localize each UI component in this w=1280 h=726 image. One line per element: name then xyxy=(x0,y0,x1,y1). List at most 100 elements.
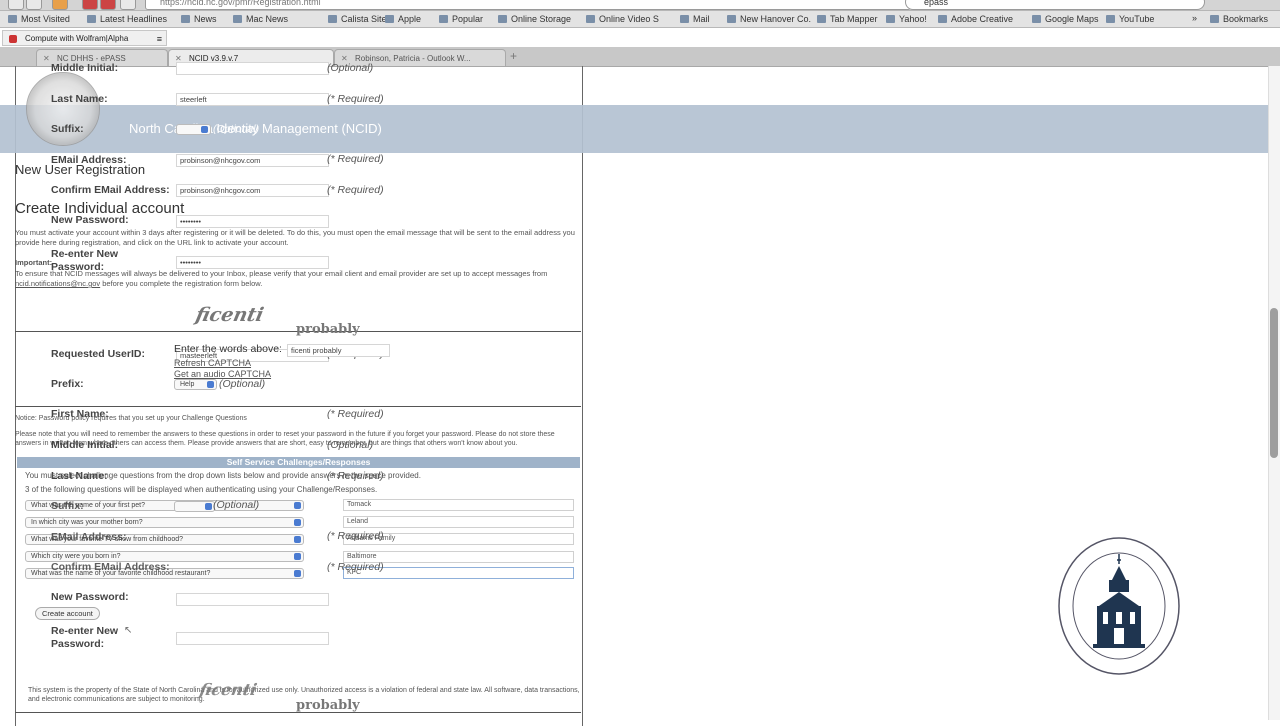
sidebar-tab[interactable]: Compute with Wolfram|Alpha ≡ xyxy=(2,30,167,46)
captcha-input[interactable]: ficenti probably xyxy=(287,344,390,357)
suffix-select[interactable] xyxy=(176,124,211,135)
chevron-down-icon xyxy=(294,502,301,509)
important-note: To ensure that NCID messages will always… xyxy=(15,269,581,289)
prefix-select-value: Help xyxy=(180,381,195,388)
question-text: Which city were you born in? xyxy=(31,553,121,560)
new-password-input[interactable]: •••••••• xyxy=(176,215,329,228)
required-label: (* Required) xyxy=(327,93,384,105)
optional-label: (Optional) xyxy=(327,62,374,74)
chevron-down-icon xyxy=(294,536,301,543)
firefox-icon[interactable] xyxy=(52,0,68,10)
new-user-heading: New User Registration xyxy=(15,162,146,177)
bookmark-item[interactable]: Popular xyxy=(439,13,483,25)
required-label: (* Required) xyxy=(327,530,384,542)
bookmark-item[interactable]: News xyxy=(181,13,217,25)
url-bar[interactable]: https://ncid.nc.gov/pmr/Registration.htm… xyxy=(145,0,911,10)
reenter-label-line: Re-enter New xyxy=(51,625,119,637)
bookmark-item[interactable]: Tab Mapper xyxy=(817,13,878,25)
addon-icon[interactable] xyxy=(100,0,116,10)
bookmark-item[interactable]: Mail xyxy=(680,13,710,25)
menu-icon[interactable]: ≡ xyxy=(157,31,162,47)
new-tab-button[interactable]: + xyxy=(510,49,517,63)
confirm-email-label: Confirm EMail Address: xyxy=(51,561,170,573)
bookmark-item[interactable]: Online Storage xyxy=(498,13,571,25)
bookmarks-bar: Most Visited Latest Headlines News Mac N… xyxy=(0,11,1280,28)
middle-initial-label: Middle Initial: xyxy=(51,439,119,451)
required-label: (* Required) xyxy=(327,184,384,196)
optional-label: (Optional) xyxy=(219,378,266,390)
last-name-label: Last Name: xyxy=(51,93,108,105)
confirm-email-input[interactable]: probinson@nhcgov.com xyxy=(176,184,329,197)
question-text: What was the name of your first pet? xyxy=(31,502,145,509)
selfservice-instructions: You must select challenge questions from… xyxy=(25,471,421,480)
chevron-down-icon xyxy=(294,570,301,577)
reenter-password-label: Re-enter New Password: xyxy=(51,625,118,651)
bookmark-item[interactable]: Adobe Creative xyxy=(938,13,1013,25)
chevron-down-icon xyxy=(201,126,208,133)
suffix-label: Suffix: xyxy=(51,500,84,512)
important-note-text: before you complete the registration for… xyxy=(100,279,263,288)
bookmark-item[interactable]: Most Visited xyxy=(8,13,70,25)
bookmark-item[interactable]: New Hanover Co. xyxy=(727,13,811,25)
activation-note: You must activate your account within 3 … xyxy=(15,228,575,247)
new-password-input[interactable] xyxy=(176,593,329,606)
challenge-answer-input[interactable]: Tomack xyxy=(343,499,574,511)
stop-button[interactable] xyxy=(82,0,98,10)
new-password-label: New Password: xyxy=(51,214,129,226)
challenge-question-select[interactable]: In which city was your mother born? xyxy=(25,517,304,528)
chevron-down-icon xyxy=(294,553,301,560)
forward-button[interactable] xyxy=(26,0,42,10)
requested-userid-label: Requested UserID: xyxy=(51,348,145,360)
bookmark-item[interactable]: Google Maps xyxy=(1032,13,1099,25)
bookmarks-overflow-icon[interactable]: » xyxy=(1192,13,1197,23)
required-label: (* Required) xyxy=(327,153,384,165)
notification-email-link[interactable]: ncid.notifications@nc.gov xyxy=(15,279,100,288)
captcha-prompt: Enter the words above: xyxy=(174,343,282,355)
captcha-image: ficenti xyxy=(193,304,266,326)
reenter-password-input[interactable]: •••••••• xyxy=(176,256,329,269)
bookmarks-menu[interactable]: Bookmarks xyxy=(1210,13,1268,25)
captcha-image: probably xyxy=(296,698,360,713)
bookmark-item[interactable]: Apple xyxy=(385,13,421,25)
search-bar[interactable]: epass xyxy=(905,0,1205,10)
bookmark-item[interactable]: Mac News xyxy=(233,13,288,25)
optional-label: (Optional) xyxy=(213,499,260,511)
scrollbar-thumb[interactable] xyxy=(1270,308,1278,458)
bookmark-item[interactable]: Calista Sites xyxy=(328,13,391,25)
reenter-label-line: Re-enter New xyxy=(51,248,119,260)
suffix-select[interactable] xyxy=(174,501,215,512)
divider xyxy=(15,406,581,407)
prefix-select[interactable]: Help xyxy=(174,379,217,390)
new-password-label: New Password: xyxy=(51,591,129,603)
last-name-input[interactable]: steerleft xyxy=(176,93,329,106)
middle-initial-label: Middle Initial: xyxy=(51,62,119,74)
email-label: EMail Address: xyxy=(51,531,127,543)
selfservice-instructions: 3 of the following questions will be dis… xyxy=(25,485,378,494)
email-input[interactable]: probinson@nhcgov.com xyxy=(176,154,329,167)
close-icon[interactable]: ✕ xyxy=(43,50,50,67)
important-label: Important: xyxy=(15,258,53,267)
bookmark-item[interactable]: Yahoo! xyxy=(886,13,927,25)
create-account-button[interactable]: Create account xyxy=(35,607,100,620)
refresh-captcha-link[interactable]: Refresh CAPTCHA xyxy=(174,358,251,368)
required-label: (* Required) xyxy=(327,408,384,420)
confirm-email-label: Confirm EMail Address: xyxy=(51,184,170,196)
bookmark-item[interactable]: YouTube xyxy=(1106,13,1154,25)
question-text: In which city was your mother born? xyxy=(31,519,143,526)
captcha-image: probably xyxy=(296,322,360,337)
challenge-answer-input[interactable]: Leland xyxy=(343,516,574,528)
reenter-password-input[interactable] xyxy=(176,632,329,645)
optional-label: (Optional) xyxy=(327,439,374,451)
browser-toolbar: https://ncid.nc.gov/pmr/Registration.htm… xyxy=(0,0,1280,11)
reenter-label-line: Password: xyxy=(51,638,105,650)
password-policy-notice: Notice: Password policy requires that yo… xyxy=(15,415,247,422)
county-seal-icon xyxy=(1058,537,1180,675)
home-button[interactable] xyxy=(120,0,136,10)
back-button[interactable] xyxy=(8,0,24,10)
chevron-down-icon xyxy=(205,503,212,510)
bookmark-item[interactable]: Latest Headlines xyxy=(87,13,167,25)
prefix-label: Prefix: xyxy=(51,378,84,390)
bookmark-item[interactable]: Online Video S xyxy=(586,13,659,25)
important-note-text: To ensure that NCID messages will always… xyxy=(15,269,548,278)
middle-initial-input[interactable] xyxy=(176,62,329,75)
